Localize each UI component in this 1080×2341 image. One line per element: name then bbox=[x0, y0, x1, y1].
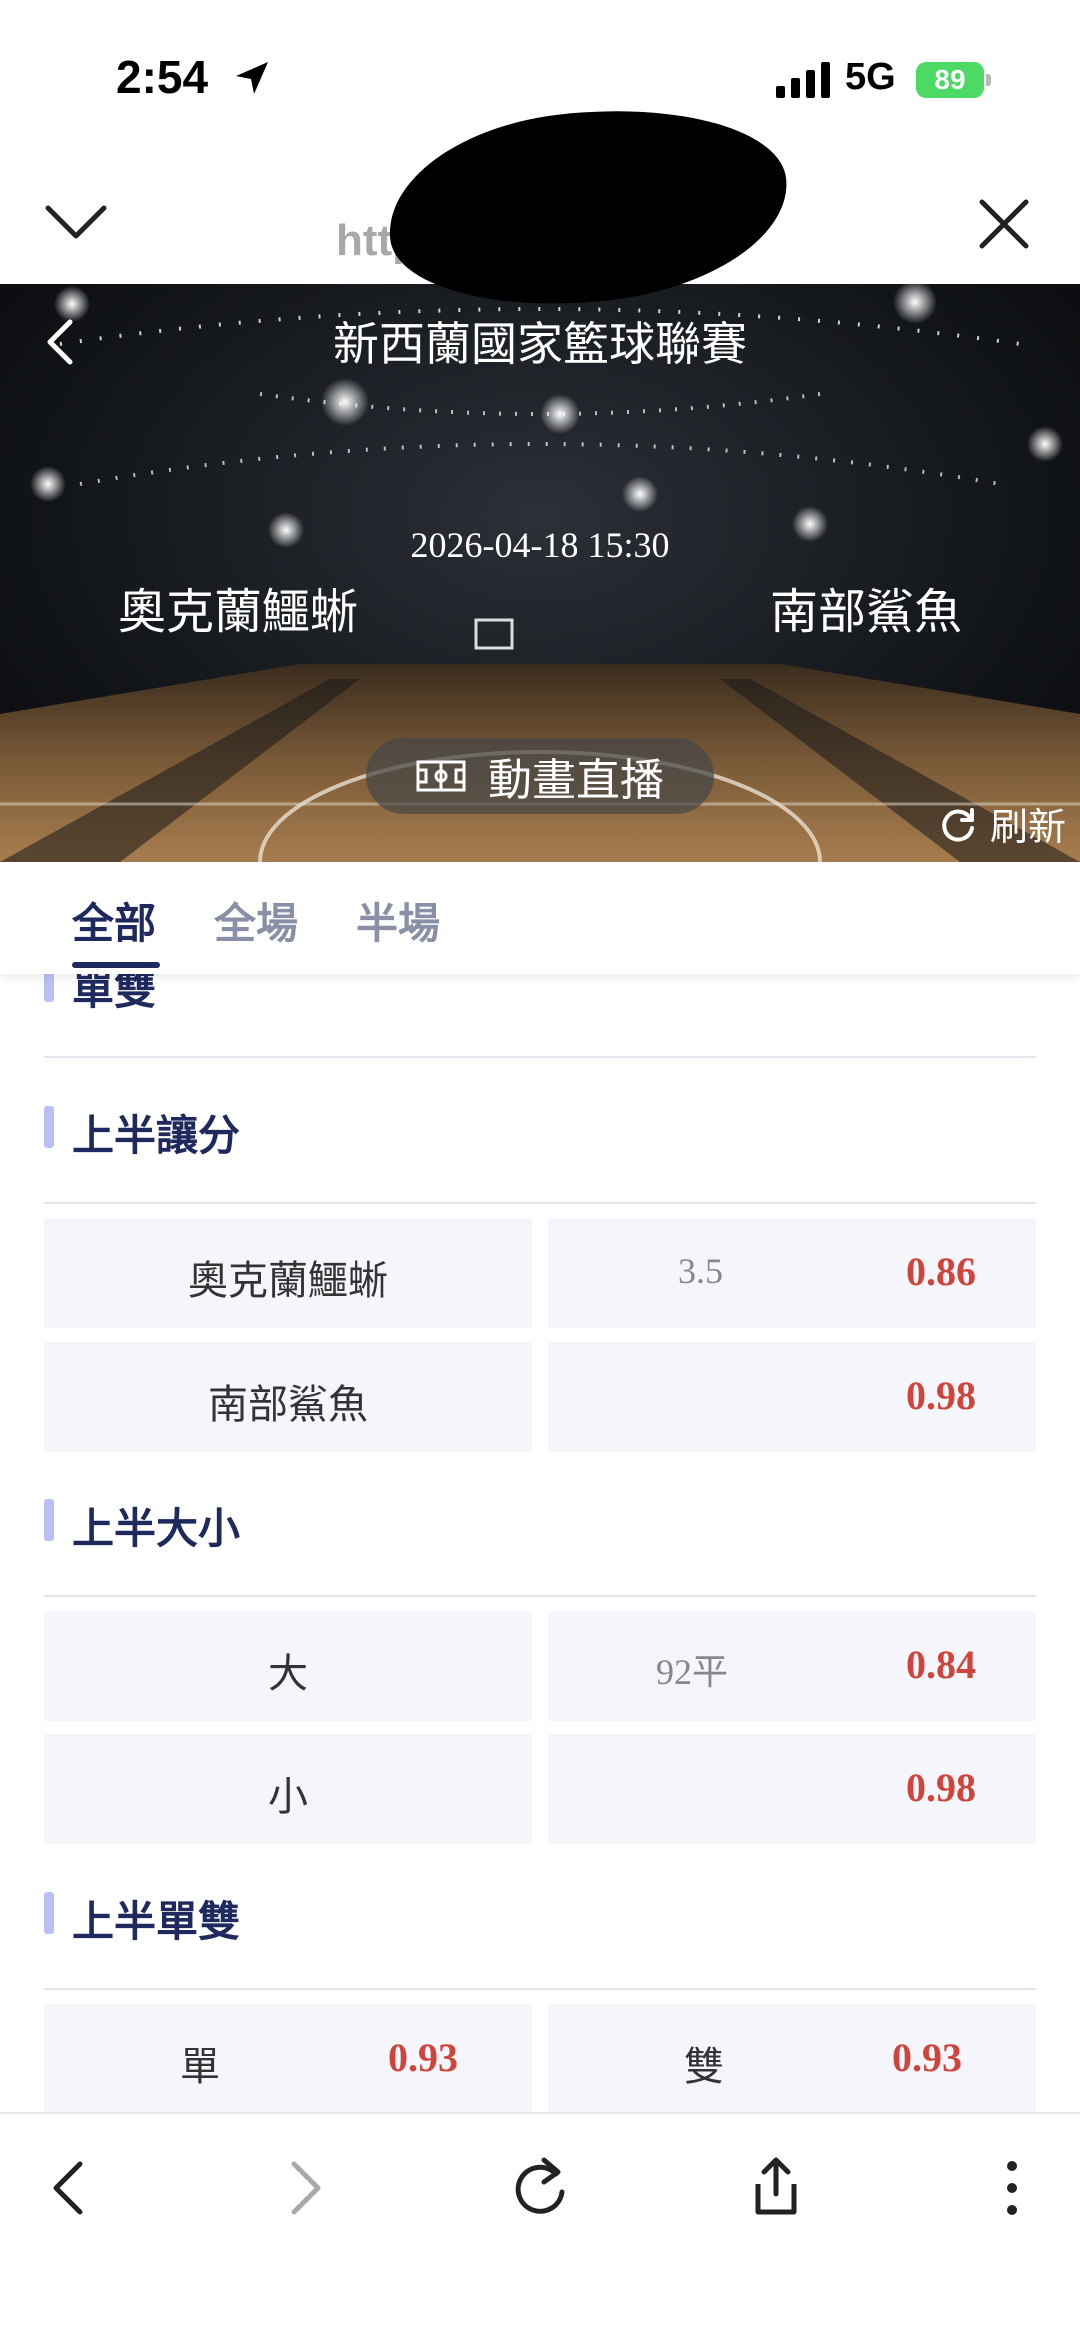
tab-active-indicator bbox=[72, 962, 160, 968]
section-title: 上半大小 bbox=[72, 1505, 241, 1552]
status-time: 2:54 bbox=[116, 51, 209, 103]
refresh-icon bbox=[942, 807, 974, 842]
away-team-name: 南部鯊魚 bbox=[769, 586, 962, 639]
section-title: 上半讓分 bbox=[72, 1112, 241, 1159]
battery-icon: 89 bbox=[916, 62, 984, 98]
total-side-cell[interactable]: 大 bbox=[44, 1611, 532, 1721]
tab-half[interactable]: 半場 bbox=[356, 890, 440, 951]
section-marker bbox=[44, 1892, 54, 1934]
markets-list: 單雙 上半讓分 奧克蘭鱷蜥 3.5 0.86 南部鯊魚 0.98 上半大小 大 … bbox=[0, 974, 1080, 2114]
live-animation-label: 動畫直播 bbox=[488, 756, 664, 805]
battery-cap bbox=[986, 74, 991, 86]
nav-back-icon[interactable] bbox=[30, 2148, 110, 2228]
total-odds-cell[interactable]: 0.98 bbox=[548, 1734, 1036, 1844]
share-icon[interactable] bbox=[736, 2148, 816, 2228]
page: 2:54 5G 89 http: 新西蘭國家籃球聯賽 2026-04-18 15… bbox=[0, 0, 1080, 2341]
handicap-odds-cell[interactable]: 3.5 0.86 bbox=[548, 1218, 1036, 1328]
home-team-name: 奧克蘭鱷蜥 bbox=[118, 586, 359, 639]
tab-all[interactable]: 全部 bbox=[72, 890, 156, 951]
total-odds-cell[interactable]: 92平 0.84 bbox=[548, 1611, 1036, 1721]
court-icon bbox=[416, 760, 466, 792]
odd-even-label: 雙 bbox=[684, 2045, 724, 2089]
odds-value: 0.98 bbox=[906, 1373, 976, 1418]
close-icon[interactable] bbox=[976, 196, 1032, 252]
odd-even-label: 單 bbox=[180, 2045, 220, 2089]
league-title: 新西蘭國家籃球聯賽 bbox=[333, 318, 747, 370]
more-icon[interactable] bbox=[972, 2148, 1052, 2228]
section-first-half-odd-even-header: 上半單雙 bbox=[44, 1870, 1036, 1950]
section-divider bbox=[44, 1988, 1036, 1990]
section-marker bbox=[44, 1106, 54, 1148]
odd-even-cell[interactable]: 單 0.93 bbox=[44, 2004, 532, 2114]
handicap-team-cell[interactable]: 南部鯊魚 bbox=[44, 1342, 532, 1452]
odds-value: 0.93 bbox=[388, 2035, 458, 2080]
market-tabs: 全部 全場 半場 bbox=[0, 862, 1080, 974]
section-odd-even-header: 單雙 bbox=[44, 974, 1036, 1018]
total-line: 92平 bbox=[656, 1652, 729, 1692]
section-title: 單雙 bbox=[72, 974, 157, 1013]
section-divider bbox=[44, 1595, 1036, 1597]
total-side-label: 小 bbox=[268, 1775, 308, 1819]
handicap-odds-cell[interactable]: 0.98 bbox=[548, 1342, 1036, 1452]
odds-value: 0.86 bbox=[906, 1249, 976, 1294]
section-divider bbox=[44, 1202, 1036, 1204]
odd-even-cell[interactable]: 雙 0.93 bbox=[548, 2004, 1036, 2114]
team-name: 奧克蘭鱷蜥 bbox=[188, 1259, 388, 1303]
section-first-half-total-header: 上半大小 bbox=[44, 1477, 1036, 1557]
match-hero: 新西蘭國家籃球聯賽 2026-04-18 15:30 奧克蘭鱷蜥 南部鯊魚 動畫… bbox=[0, 284, 1080, 862]
section-divider bbox=[44, 1056, 1036, 1058]
browser-toolbar bbox=[0, 2112, 1080, 2341]
chevron-down-icon[interactable] bbox=[44, 200, 108, 244]
location-arrow-icon bbox=[236, 62, 268, 94]
handicap-team-cell[interactable]: 奧克蘭鱷蜥 bbox=[44, 1218, 532, 1328]
refresh-label: 刷新 bbox=[989, 807, 1066, 849]
total-side-cell[interactable]: 小 bbox=[44, 1734, 532, 1844]
section-title: 上半單雙 bbox=[72, 1898, 241, 1945]
section-first-half-handicap-header: 上半讓分 bbox=[44, 1084, 1036, 1164]
total-side-label: 大 bbox=[268, 1652, 308, 1696]
nav-forward-icon[interactable] bbox=[264, 2148, 344, 2228]
refresh-button[interactable]: 刷新 bbox=[938, 796, 1066, 851]
odds-value: 0.93 bbox=[892, 2035, 962, 2080]
signal-icon bbox=[776, 62, 830, 98]
network-type: 5G bbox=[845, 56, 896, 98]
section-marker bbox=[44, 974, 54, 1002]
odds-value: 0.84 bbox=[906, 1642, 976, 1687]
battery-level: 89 bbox=[934, 64, 966, 95]
team-name: 南部鯊魚 bbox=[208, 1383, 368, 1427]
section-marker bbox=[44, 1499, 54, 1541]
match-datetime: 2026-04-18 15:30 bbox=[410, 525, 670, 565]
odds-value: 0.98 bbox=[906, 1765, 976, 1810]
reload-icon[interactable] bbox=[500, 2148, 580, 2228]
tab-full-game[interactable]: 全場 bbox=[214, 890, 298, 951]
live-animation-button[interactable]: 動畫直播 bbox=[366, 738, 714, 814]
handicap-line: 3.5 bbox=[678, 1251, 723, 1291]
